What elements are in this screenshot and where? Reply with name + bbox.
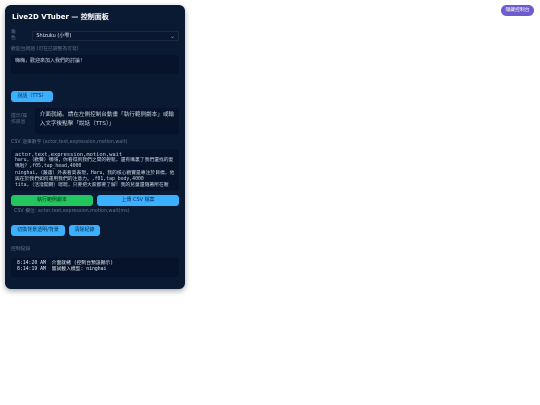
greeting-label: 歡迎台詞語 (可在已調整為可寫) [11, 47, 79, 52]
csv-format-hint: CSV 欄位: actor,text,expression,motion,wai… [14, 209, 130, 214]
control-panel: Live2D VTuber — 控制面板 角色 Shizuku (小雫) ⌄ 歡… [5, 5, 185, 289]
csv-actions: 執行範例劇本 上傳 CSV 檔案 [11, 195, 179, 206]
upload-csv-button[interactable]: 上傳 CSV 檔案 [97, 195, 179, 206]
role-select[interactable]: Shizuku (小雫) ⌄ [32, 31, 179, 41]
log-time: 8:14:19 AM [17, 267, 46, 272]
log-message: 嘗試載入模型: ninghai [51, 267, 107, 272]
csv-line: ninghai,（嚴肅）外表看高表現，Haru，我的核心觀實是專注於目標，他與在… [15, 170, 175, 182]
hint-row: 提示/操作訊息 介面就緒。請在左側控制台動畫「執行範例劇本」或輸入文字後點擊「說… [11, 108, 179, 134]
role-select-value: Shizuku (小雫) [36, 32, 72, 39]
csv-line: tita,（活潑開朗）嗯嗯，只要把大家都要了解！我的兒童還隨著所在喔 [15, 183, 169, 189]
greeting-input[interactable]: 嗨嗨，歡迎來加入我們的討論！ [11, 55, 179, 74]
panel-title: Live2D VTuber — 控制面板 [12, 13, 109, 21]
clear-log-button[interactable]: 清除紀錄 [69, 225, 100, 236]
toggle-panel-button[interactable]: 隱藏控制台 [501, 5, 534, 16]
chevron-down-icon: ⌄ [169, 32, 175, 40]
csv-label: CSV 逐筆數字 (actor,text,expression,motion,w… [11, 140, 128, 145]
hint-text: 介面就緒。請在左側控制台動畫「執行範例劇本」或輸入文字後點擊「說話（TTS）」 [39, 112, 175, 127]
role-label: 角色 [11, 30, 16, 41]
csv-line: haru,（歡聲）嘿嗨，你看得到我們之間的輕鬆，還有嘴裏了我們還找的愛嗎啦？,f… [15, 158, 174, 170]
log-label: 控制紀錄 [11, 247, 31, 252]
misc-actions: 切換背景透明/背景 清除紀錄 [11, 225, 179, 236]
hint-label: 提示/操作訊息 [11, 114, 28, 125]
hint-box: 介面就緒。請在左側控制台動畫「執行範例劇本」或輸入文字後點擊「說話（TTS）」 [34, 108, 179, 134]
log-time: 8:14:20 AM [17, 261, 46, 266]
toggle-background-button[interactable]: 切換背景透明/背景 [11, 225, 65, 236]
run-script-button[interactable]: 執行範例劇本 [11, 195, 93, 206]
log-message: 介面就緒 (控制台預設顯示) [51, 261, 114, 266]
greeting-text: 嗨嗨，歡迎來加入我們的討論！ [15, 58, 86, 64]
log-entry: 8:14:19 AM 嘗試載入模型: ninghai [17, 267, 173, 273]
csv-input[interactable]: actor,text,expression,motion,wait haru,（… [11, 149, 179, 191]
speak-tts-button[interactable]: 說話（TTS） [11, 91, 53, 102]
role-row: 角色 Shizuku (小雫) ⌄ [11, 30, 179, 42]
log-box: 8:14:20 AM 介面就緒 (控制台預設顯示) 8:14:19 AM 嘗試載… [11, 258, 179, 277]
